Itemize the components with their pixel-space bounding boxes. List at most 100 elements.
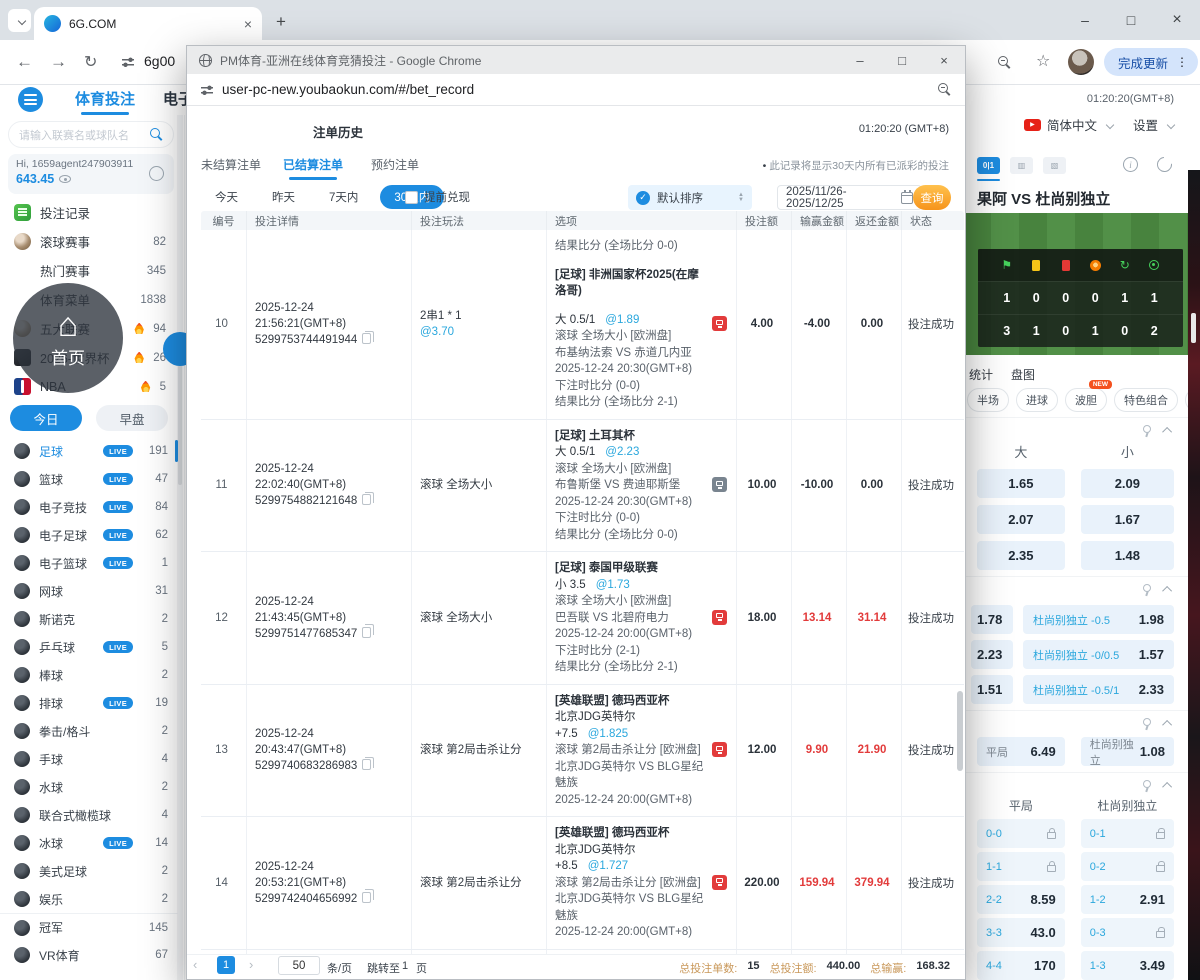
filter-today[interactable]: 今天 bbox=[203, 185, 250, 209]
under-odds-box[interactable]: 2.09 bbox=[1080, 469, 1174, 498]
nav-tab-sports[interactable]: 体育投注 bbox=[75, 88, 135, 115]
bookmark-star-icon[interactable]: ☆ bbox=[1036, 51, 1050, 71]
profile-avatar[interactable] bbox=[1068, 49, 1094, 75]
new-tab-button[interactable]: + bbox=[276, 12, 286, 32]
tab-score-view[interactable]: 0|1 bbox=[977, 157, 1000, 181]
away-odds-box[interactable]: 杜尚别独立 -0.5/1 2.33 bbox=[1023, 675, 1174, 704]
match-live-icon[interactable] bbox=[712, 742, 727, 758]
away-odds-box[interactable]: 杜尚别独立 -0/0.5 1.57 bbox=[1023, 640, 1174, 669]
window-maximize-button[interactable]: □ bbox=[1108, 0, 1154, 40]
reload-icon[interactable]: ↻ bbox=[84, 52, 97, 72]
away-odds-box[interactable]: 杜尚别独立 1.08 bbox=[1080, 737, 1174, 767]
sidebar-item-冠军[interactable]: 冠军 145 bbox=[0, 913, 178, 941]
tab-close-icon[interactable]: × bbox=[244, 17, 252, 31]
sidebar-item-美式足球[interactable]: 美式足球 2 bbox=[0, 857, 178, 885]
sidebar-item-拳击/格斗[interactable]: 拳击/格斗 2 bbox=[0, 717, 178, 745]
match-live-icon[interactable] bbox=[712, 609, 727, 625]
score-odds-box[interactable]: 1-3 3.49 bbox=[1080, 951, 1174, 980]
settings-select[interactable]: 设置 bbox=[1133, 115, 1158, 134]
score-odds-box[interactable]: 0-0 bbox=[977, 819, 1065, 848]
market-pill-波胆[interactable]: 波胆 NEW bbox=[1065, 380, 1112, 412]
score-odds-box[interactable]: 0-1 bbox=[1080, 819, 1174, 848]
sidebar-item-VR体育[interactable]: VR体育 67 bbox=[0, 941, 178, 969]
address-bar-url[interactable]: 6g00 bbox=[144, 53, 175, 69]
sidebar-menu-item[interactable]: 热门赛事 345 bbox=[0, 256, 178, 285]
copy-icon[interactable] bbox=[362, 330, 375, 345]
copy-icon[interactable] bbox=[362, 889, 375, 903]
current-page-button[interactable]: 1 bbox=[217, 956, 235, 974]
sidebar-item-乒乓球[interactable]: 乒乓球 LIVE 5 bbox=[0, 633, 178, 661]
eye-icon[interactable] bbox=[59, 175, 72, 183]
tab-unsettled[interactable]: 未结算注单 bbox=[201, 156, 261, 173]
score-odds-box[interactable]: 1-1 bbox=[977, 852, 1065, 881]
sidebar-item-网球[interactable]: 网球 31 bbox=[0, 577, 178, 605]
date-range-picker[interactable]: 2025/11/26-2025/12/25 bbox=[777, 185, 922, 210]
sidebar-item-棒球[interactable]: 棒球 2 bbox=[0, 661, 178, 689]
sidebar-menu-item[interactable]: 投注记录 bbox=[0, 198, 178, 227]
away-odds-box[interactable]: 杜尚别独立 -0.5 1.98 bbox=[1023, 605, 1174, 634]
score-odds-box[interactable]: 0-2 bbox=[1080, 852, 1174, 881]
pill-today[interactable]: 今日 bbox=[10, 405, 82, 431]
tab-statistics[interactable]: 统计 bbox=[969, 366, 993, 383]
match-stats-icon[interactable] bbox=[712, 477, 727, 493]
search-icon[interactable] bbox=[150, 128, 163, 141]
popup-url[interactable]: user-pc-new.youbaokun.com/#/bet_record bbox=[222, 82, 929, 97]
filter-yesterday[interactable]: 昨天 bbox=[260, 185, 307, 209]
home-odds-box[interactable]: 1.51 bbox=[971, 675, 1013, 704]
score-odds-box[interactable]: 2-2 8.59 bbox=[977, 885, 1065, 914]
next-page-icon[interactable]: › bbox=[249, 957, 253, 972]
under-odds-box[interactable]: 1.48 bbox=[1080, 541, 1174, 570]
refresh-icon[interactable] bbox=[1153, 153, 1176, 176]
sidebar-item-电子足球[interactable]: 电子足球 LIVE 62 bbox=[0, 521, 178, 549]
home-odds-box[interactable]: 1.78 bbox=[971, 605, 1013, 634]
under-odds-box[interactable]: 1.67 bbox=[1080, 505, 1174, 534]
pin-icon[interactable] bbox=[1141, 717, 1151, 729]
pin-icon[interactable] bbox=[1141, 424, 1151, 436]
pin-icon[interactable] bbox=[1141, 779, 1151, 791]
sidebar-item-手球[interactable]: 手球 4 bbox=[0, 745, 178, 773]
window-minimize-button[interactable]: – bbox=[1062, 0, 1108, 40]
tab-odds-chart[interactable]: 盘图 bbox=[1011, 366, 1035, 383]
pin-icon[interactable] bbox=[1141, 583, 1151, 595]
copy-icon[interactable] bbox=[362, 624, 375, 638]
sidebar-item-篮球[interactable]: 篮球 LIVE 47 bbox=[0, 465, 178, 493]
market-pill-特色组合[interactable]: 特色组合 bbox=[1114, 388, 1178, 412]
zoom-out-icon[interactable] bbox=[938, 83, 951, 96]
collapse-icon[interactable] bbox=[1162, 426, 1173, 437]
copy-icon[interactable] bbox=[362, 491, 375, 506]
score-odds-box[interactable]: 0-3 bbox=[1080, 918, 1174, 947]
popup-close-button[interactable]: × bbox=[923, 46, 965, 74]
forward-icon[interactable]: → bbox=[50, 52, 67, 72]
hamburger-menu-icon[interactable] bbox=[18, 87, 43, 112]
language-select[interactable]: 简体中文 bbox=[1047, 115, 1097, 134]
copy-icon[interactable] bbox=[362, 756, 375, 771]
jump-page-value[interactable]: 1 bbox=[402, 960, 408, 972]
popup-minimize-button[interactable]: – bbox=[839, 46, 881, 74]
prev-page-icon[interactable]: ‹ bbox=[193, 957, 197, 972]
score-odds-box[interactable]: 4-4 170 bbox=[977, 951, 1065, 980]
home-odds-box[interactable]: 2.23 bbox=[971, 640, 1013, 669]
score-odds-box[interactable]: 3-3 43.0 bbox=[977, 918, 1065, 947]
cashout-checkbox-group[interactable]: 提前兑现 bbox=[405, 189, 470, 205]
tab-lineup-view[interactable]: ▥ bbox=[1010, 157, 1033, 174]
draw-odds-box[interactable]: 平局 6.49 bbox=[977, 737, 1065, 766]
sort-select[interactable]: 默认排序 ▲▼ bbox=[628, 185, 752, 210]
info-icon[interactable]: i bbox=[1123, 157, 1138, 172]
over-odds-box[interactable]: 1.65 bbox=[977, 469, 1065, 498]
chrome-update-button[interactable]: 完成更新 ⋮ bbox=[1104, 48, 1199, 76]
home-fab-button[interactable]: ⌂ 首页 bbox=[13, 283, 123, 393]
pill-early-market[interactable]: 早盘 bbox=[96, 405, 168, 431]
search-query-button[interactable]: 查询 bbox=[913, 185, 951, 210]
tab-reserved[interactable]: 预约注单 bbox=[371, 156, 419, 173]
popup-titlebar[interactable]: PM体育-亚洲在线体育竞猜投注 - Google Chrome – □ × bbox=[187, 46, 965, 74]
over-odds-box[interactable]: 2.35 bbox=[977, 541, 1065, 570]
collapse-icon[interactable] bbox=[1162, 719, 1173, 730]
sidebar-item-娱乐[interactable]: 娱乐 2 bbox=[0, 885, 178, 913]
site-settings-icon[interactable] bbox=[122, 56, 134, 68]
match-live-icon[interactable] bbox=[712, 316, 727, 332]
tab-settled[interactable]: 已结算注单 bbox=[283, 156, 343, 180]
filter-7days[interactable]: 7天内 bbox=[317, 185, 371, 209]
page-scrollbar[interactable] bbox=[1191, 313, 1196, 343]
over-odds-box[interactable]: 2.07 bbox=[977, 505, 1065, 534]
search-input[interactable]: 请输入联赛名或球队名 bbox=[8, 121, 174, 148]
